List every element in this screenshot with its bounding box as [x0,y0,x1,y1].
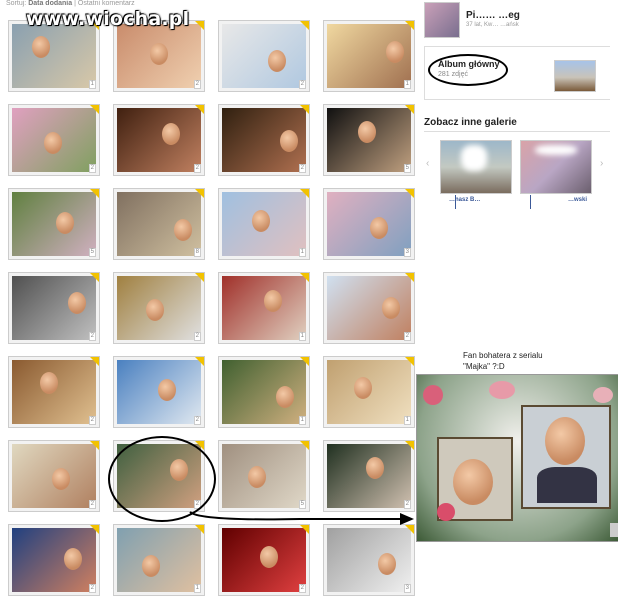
arrow-connector [189,511,414,525]
comment-count: 2 [298,584,306,593]
arrow-line [189,511,400,521]
comment-count: 3 [403,584,411,593]
comment-count: 1 [193,584,201,593]
arrow-head [400,513,414,525]
comment-count: 2 [88,584,96,593]
